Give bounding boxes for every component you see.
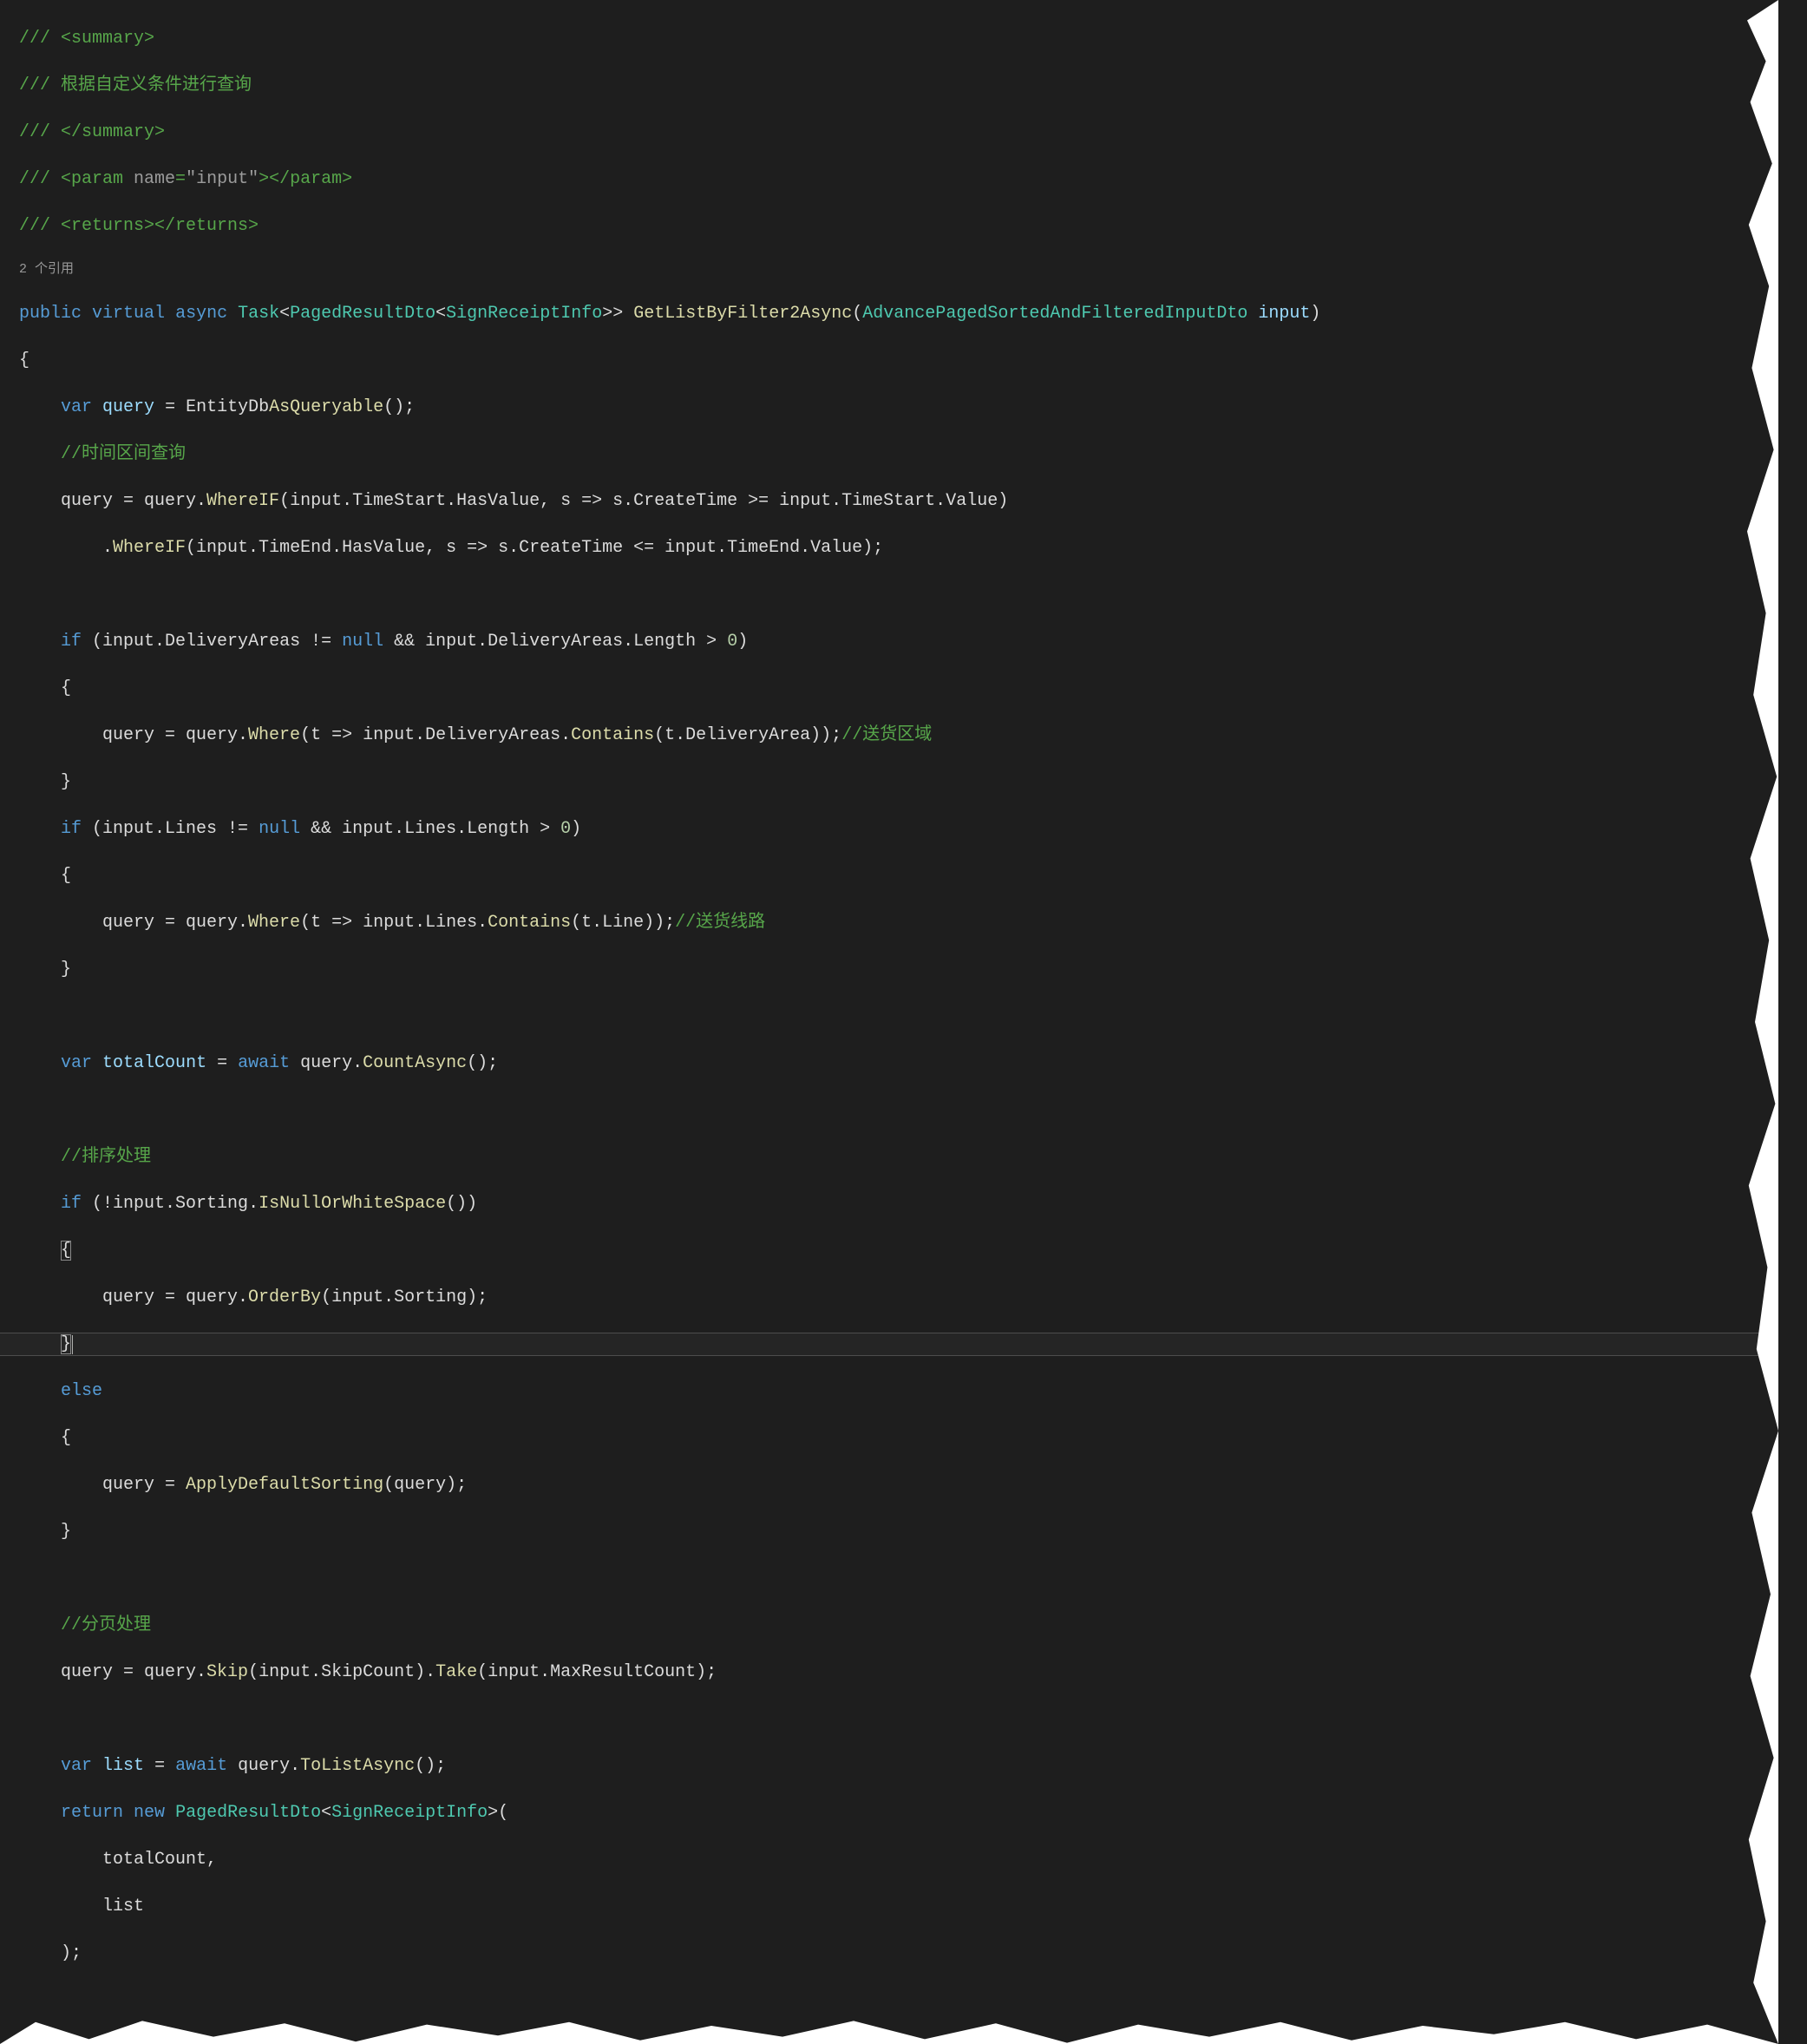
code-line: else bbox=[19, 1379, 1778, 1403]
code-line: } bbox=[19, 958, 1778, 981]
code-line: //时间区间查询 bbox=[19, 442, 1778, 466]
code-line: query = query.Skip(input.SkipCount).Take… bbox=[19, 1661, 1778, 1684]
code-line: /// <param name="input"></param> bbox=[19, 167, 1778, 191]
code-line: query = query.Where(t => input.Lines.Con… bbox=[19, 911, 1778, 934]
code-line: query = query.OrderBy(input.Sorting); bbox=[19, 1286, 1778, 1309]
code-line: var query = EntityDbAsQueryable(); bbox=[19, 396, 1778, 419]
code-line: //排序处理 bbox=[19, 1145, 1778, 1169]
code-line: { bbox=[19, 677, 1778, 700]
code-line: /// <returns></returns> bbox=[19, 214, 1778, 238]
code-line: if (input.Lines != null && input.Lines.L… bbox=[19, 817, 1778, 841]
code-line: query = ApplyDefaultSorting(query); bbox=[19, 1473, 1778, 1497]
code-line: return new PagedResultDto<SignReceiptInf… bbox=[19, 1801, 1778, 1825]
doc-comment: /// <summary> bbox=[19, 29, 154, 49]
code-line: public virtual async Task<PagedResultDto… bbox=[19, 302, 1778, 325]
codelens-references[interactable]: 2 个引用 bbox=[19, 261, 1778, 278]
brace-match-close: } bbox=[61, 1334, 71, 1354]
code-line: var list = await query.ToListAsync(); bbox=[19, 1754, 1778, 1778]
torn-edge-bottom bbox=[0, 2020, 1778, 2044]
code-line: ); bbox=[19, 1942, 1778, 1965]
code-line: if (!input.Sorting.IsNullOrWhiteSpace()) bbox=[19, 1192, 1778, 1215]
text-cursor bbox=[72, 1335, 73, 1354]
code-line: { bbox=[19, 1426, 1778, 1450]
code-line: { bbox=[19, 1239, 1778, 1262]
code-line: if (input.DeliveryAreas != null && input… bbox=[19, 630, 1778, 653]
code-line bbox=[19, 1098, 1778, 1122]
code-line: query = query.WhereIF(input.TimeStart.Ha… bbox=[19, 489, 1778, 513]
code-line: } bbox=[19, 1520, 1778, 1543]
active-line: } bbox=[0, 1333, 1778, 1356]
code-line bbox=[19, 1005, 1778, 1028]
code-line: list bbox=[19, 1895, 1778, 1918]
code-line: .WhereIF(input.TimeEnd.HasValue, s => s.… bbox=[19, 536, 1778, 560]
code-line: query = query.Where(t => input.DeliveryA… bbox=[19, 724, 1778, 747]
code-editor[interactable]: /// <summary> /// 根据自定义条件进行查询 /// </summ… bbox=[0, 0, 1778, 2044]
code-line: totalCount, bbox=[19, 1848, 1778, 1871]
code-line: { bbox=[19, 864, 1778, 888]
code-line: /// </summary> bbox=[19, 121, 1778, 144]
code-line: { bbox=[19, 349, 1778, 372]
code-line: var totalCount = await query.CountAsync(… bbox=[19, 1051, 1778, 1075]
code-line: /// 根据自定义条件进行查询 bbox=[19, 74, 1778, 97]
code-line: //分页处理 bbox=[19, 1614, 1778, 1637]
code-line: /// <summary> bbox=[19, 27, 1778, 50]
code-line bbox=[19, 1567, 1778, 1590]
brace-match-open: { bbox=[61, 1241, 71, 1261]
code-line: } bbox=[19, 770, 1778, 794]
code-line bbox=[19, 1707, 1778, 1731]
code-line bbox=[19, 583, 1778, 606]
